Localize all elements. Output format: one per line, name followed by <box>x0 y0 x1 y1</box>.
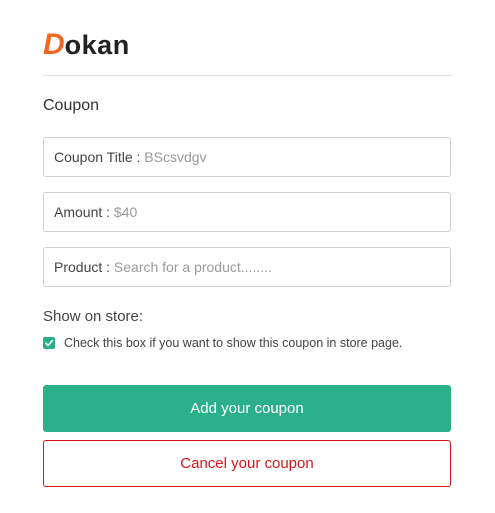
section-title: Coupon <box>43 97 100 114</box>
product-placeholder[interactable]: Search for a product........ <box>114 259 272 275</box>
amount-field[interactable]: Amount : $40 <box>43 192 451 232</box>
coupon-title-label: Coupon Title : <box>54 149 145 165</box>
product-label: Product : <box>54 259 114 275</box>
show-on-store-row[interactable]: Check this box if you want to show this … <box>43 336 402 350</box>
logo-letter: D <box>43 28 65 61</box>
show-on-store-checkbox[interactable] <box>43 337 55 349</box>
checkbox-description: Check this box if you want to show this … <box>64 336 403 350</box>
coupon-page: D okan Coupon Coupon Title : BScsvdgv Am… <box>0 0 495 513</box>
show-on-store-label: Show on store: <box>43 308 144 325</box>
dokan-logo: D okan <box>43 26 130 61</box>
cancel-coupon-button[interactable]: Cancel your coupon <box>43 440 451 487</box>
coupon-title-field[interactable]: Coupon Title : BScsvdgv <box>43 137 451 177</box>
check-icon <box>45 339 54 347</box>
amount-value[interactable]: $40 <box>114 204 137 220</box>
amount-label: Amount : <box>54 204 114 220</box>
logo-text: okan <box>64 30 130 60</box>
product-search-field[interactable]: Product : Search for a product........ <box>43 247 451 287</box>
header-divider <box>43 75 452 76</box>
add-coupon-button[interactable]: Add your coupon <box>43 385 451 432</box>
coupon-title-value[interactable]: BScsvdgv <box>144 149 206 165</box>
